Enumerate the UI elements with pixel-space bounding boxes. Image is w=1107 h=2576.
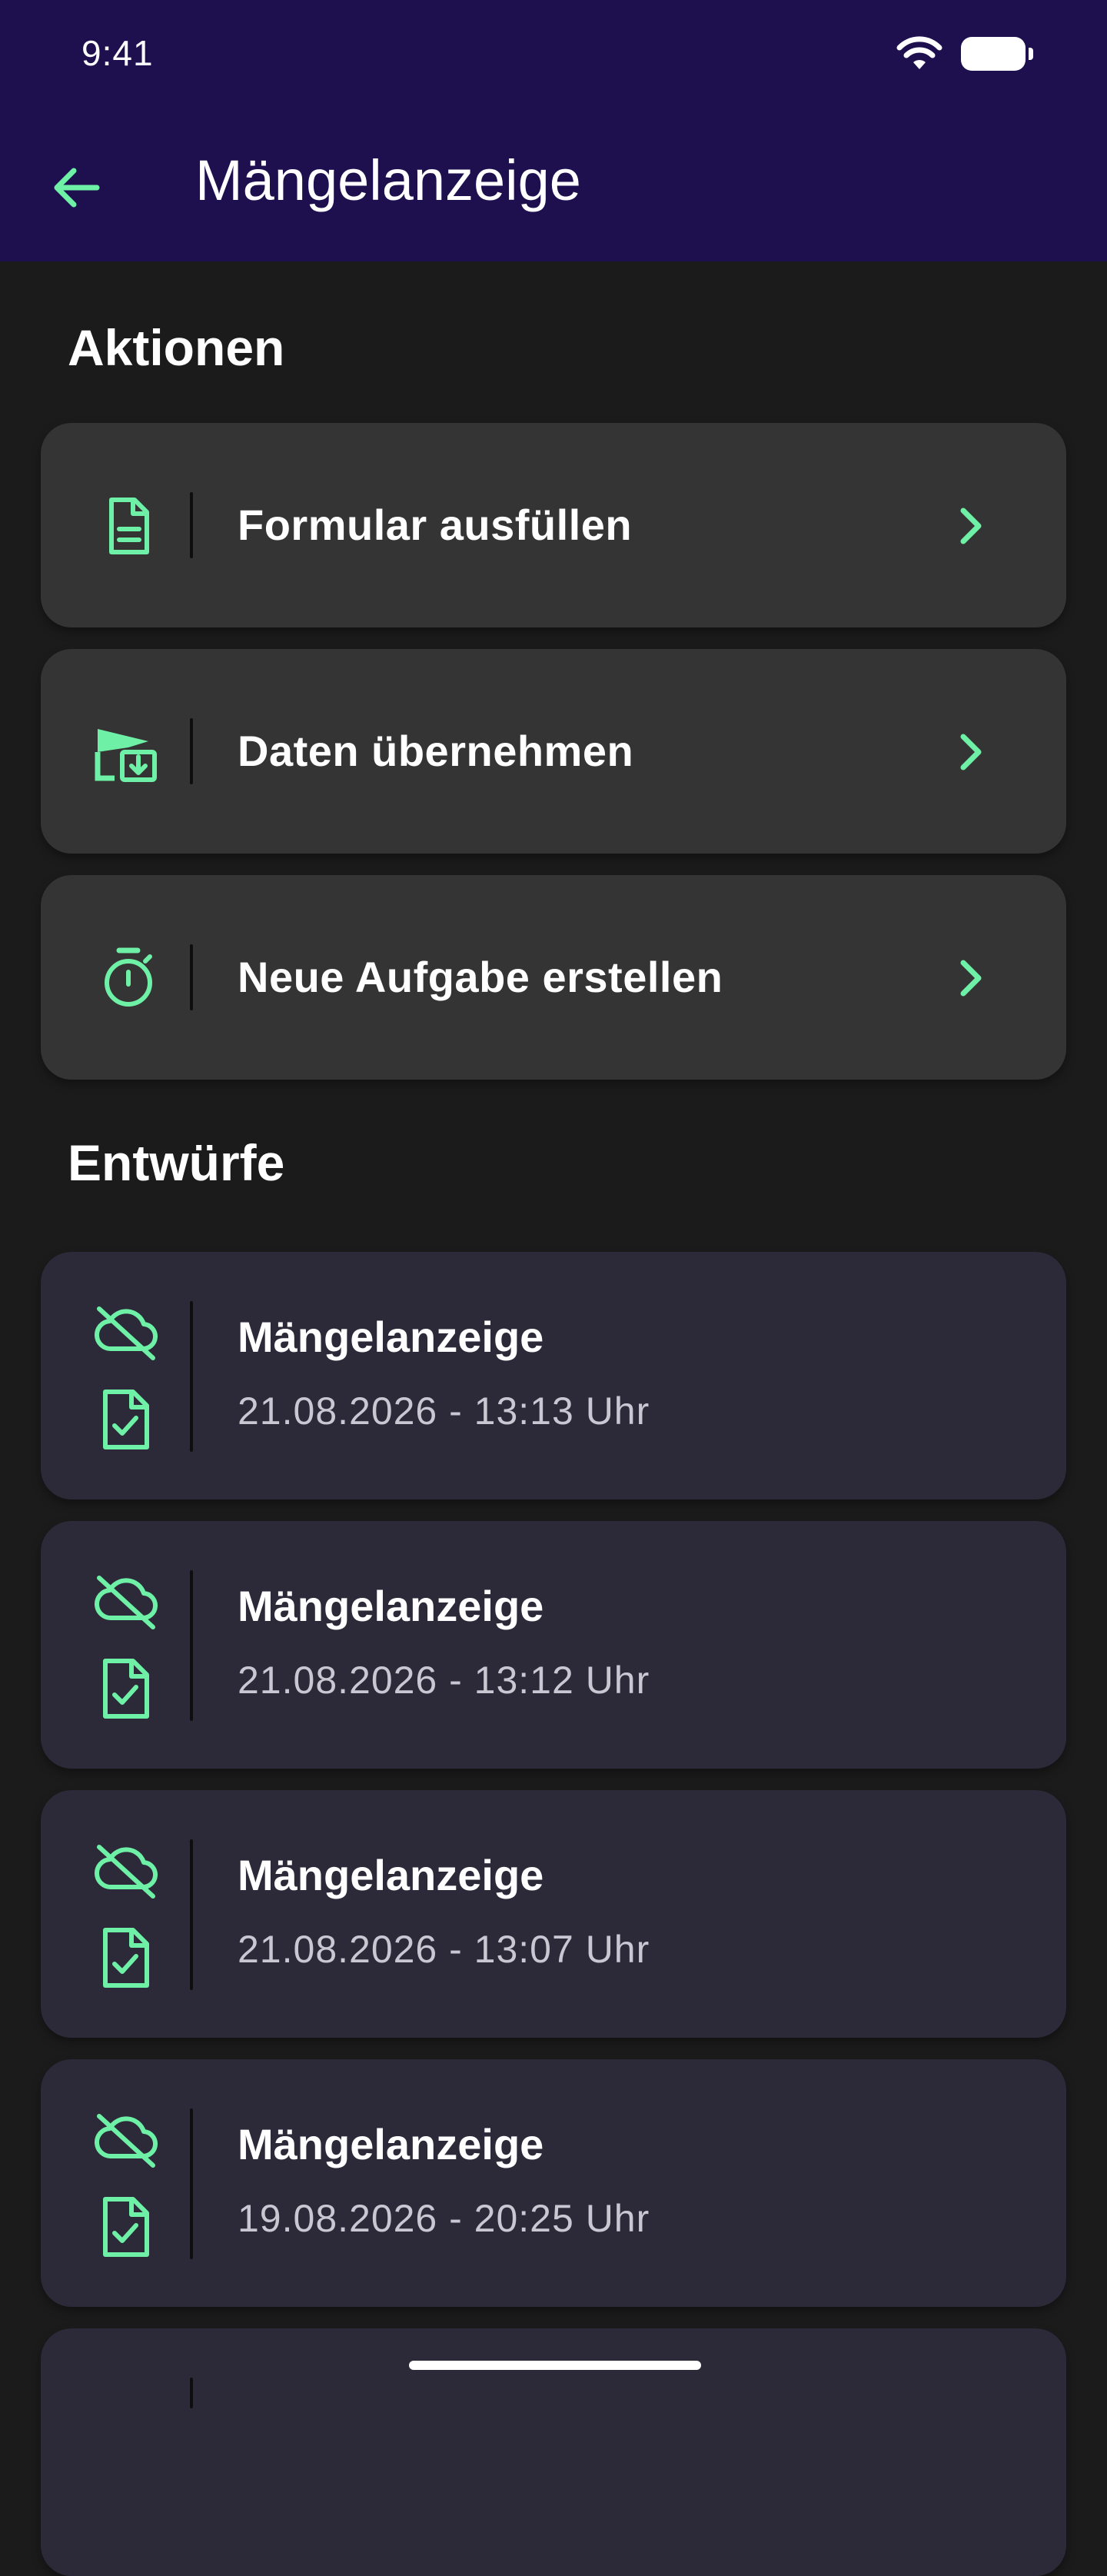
card-divider [190,718,193,784]
actions-heading: Aktionen [68,319,285,376]
wifi-icon [896,36,942,69]
card-divider [190,492,193,558]
card-divider [190,2108,193,2259]
action-new-task-button[interactable]: Neue Aufgabe erstellen [41,875,1066,1080]
draft-date: 21.08.2026 - 13:07 Uhr [238,1928,650,1971]
chevron-right-icon [960,734,982,770]
action-label: Formular ausfüllen [238,501,633,549]
chevron-right-icon [960,960,982,997]
cloud-off-icon [94,1576,158,1629]
cloud-off-icon [94,1306,158,1360]
draft-title: Mängelanzeige [238,1582,544,1630]
draft-item[interactable]: Mängelanzeige 19.08.2026 - 20:25 Uhr [41,2059,1066,2307]
back-button[interactable] [46,158,105,217]
document-icon [109,498,149,554]
draft-date: 21.08.2026 - 13:12 Uhr [238,1659,650,1702]
arrow-left-icon [54,168,100,208]
draft-item[interactable]: Mängelanzeige 21.08.2026 - 13:12 Uhr [41,1521,1066,1769]
file-check-icon [103,1928,149,1988]
drafts-heading: Entwürfe [68,1134,285,1191]
file-check-icon [103,1659,149,1719]
page-title: Mängelanzeige [195,148,581,212]
chevron-right-icon [960,508,982,544]
file-check-icon [103,2197,149,2257]
card-divider [190,1570,193,1721]
status-time: 9:41 [81,33,154,73]
draft-date: 21.08.2026 - 13:13 Uhr [238,1390,650,1433]
draft-item[interactable]: Mängelanzeige 21.08.2026 - 13:13 Uhr [41,1252,1066,1499]
file-check-icon [103,1390,149,1449]
draft-item[interactable]: Mängelanzeige 21.08.2026 - 13:07 Uhr [41,1790,1066,2038]
action-import-data-button[interactable]: Daten übernehmen [41,649,1066,854]
cloud-off-icon [94,1845,158,1899]
card-divider [190,944,193,1010]
home-indicator [409,2361,701,2370]
draft-title: Mängelanzeige [238,1313,544,1361]
battery-icon [961,37,1033,71]
card-divider [190,2378,193,2408]
draft-date: 19.08.2026 - 20:25 Uhr [238,2197,650,2240]
card-divider [190,1839,193,1990]
action-fill-form-button[interactable]: Formular ausfüllen [41,423,1066,627]
transfer-download-icon [95,729,157,782]
stopwatch-icon [105,947,152,1007]
cloud-off-icon [94,2114,158,2168]
draft-title: Mängelanzeige [238,2120,544,2168]
action-label: Daten übernehmen [238,727,634,775]
card-divider [190,1301,193,1452]
draft-title: Mängelanzeige [238,1851,544,1899]
app-bar: 9:41 Mängelanzeige [0,0,1107,261]
action-label: Neue Aufgabe erstellen [238,953,723,1001]
